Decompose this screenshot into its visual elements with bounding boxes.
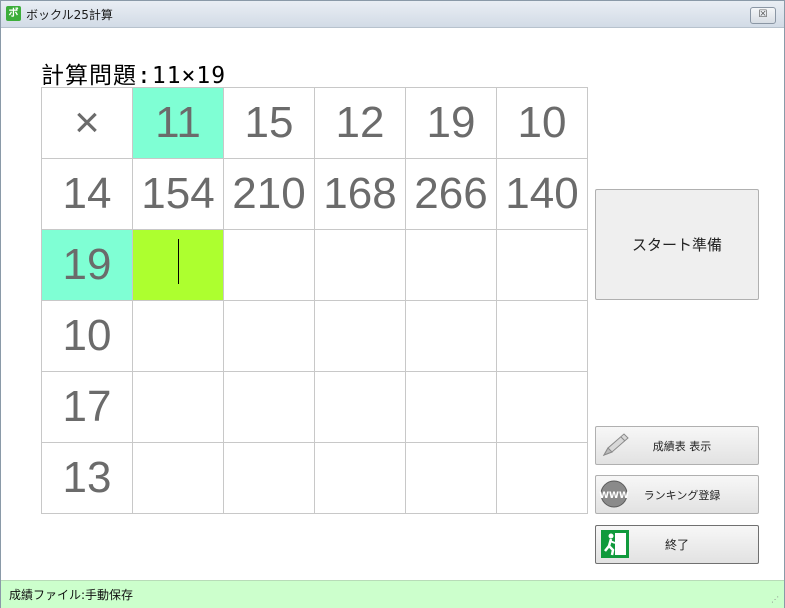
status-text: 成績ファイル:手動保存 (9, 588, 134, 602)
answer-cell[interactable] (406, 301, 497, 372)
answer-cell[interactable]: 140 (497, 159, 588, 230)
grid-row: 13 (42, 443, 588, 514)
title-bar[interactable]: ボ ボックル25計算 ☒ (1, 1, 784, 28)
calc-grid: × 11 15 12 19 10 14 154 210 168 266 140 … (41, 87, 588, 514)
show-scores-label: 成績表 表示 (652, 439, 712, 453)
start-prep-label: スタート準備 (631, 236, 722, 254)
answer-cell-active[interactable] (133, 230, 224, 301)
answer-cell[interactable] (224, 301, 315, 372)
answer-cell[interactable] (497, 372, 588, 443)
answer-cell[interactable]: 154 (133, 159, 224, 230)
answer-cell[interactable] (315, 230, 406, 301)
row-header: 17 (42, 372, 133, 443)
window-title: ボックル25計算 (26, 8, 113, 22)
exit-button[interactable]: 終了 (595, 525, 759, 564)
answer-cell[interactable] (497, 443, 588, 514)
answer-cell[interactable] (133, 372, 224, 443)
answer-cell[interactable]: 210 (224, 159, 315, 230)
answer-cell[interactable] (315, 372, 406, 443)
status-bar: 成績ファイル:手動保存 ⋰ (1, 580, 784, 608)
answer-cell[interactable] (133, 301, 224, 372)
grid-row: 19 (42, 230, 588, 301)
answer-cell[interactable] (497, 230, 588, 301)
ranking-register-button[interactable]: WWW ランキング登録 (595, 475, 759, 514)
answer-cell[interactable] (497, 301, 588, 372)
grid-row: 14 154 210 168 266 140 (42, 159, 588, 230)
answer-cell[interactable]: 168 (315, 159, 406, 230)
answer-cell[interactable] (224, 372, 315, 443)
grid-header-row: × 11 15 12 19 10 (42, 88, 588, 159)
answer-cell[interactable] (224, 230, 315, 301)
answer-cell[interactable]: 266 (406, 159, 497, 230)
start-prep-button[interactable]: スタート準備 (595, 189, 759, 300)
column-header: 10 (497, 88, 588, 159)
column-header: 19 (406, 88, 497, 159)
row-header: 10 (42, 301, 133, 372)
row-header: 13 (42, 443, 133, 514)
answer-cell[interactable] (315, 443, 406, 514)
answer-cell[interactable] (133, 443, 224, 514)
column-header: 12 (315, 88, 406, 159)
close-icon: ☒ (758, 9, 768, 20)
problem-label: 計算問題:11×19 (41, 63, 227, 89)
answer-cell[interactable] (406, 230, 497, 301)
grid-corner: × (42, 88, 133, 159)
row-header: 19 (42, 230, 133, 301)
answer-cell[interactable] (406, 372, 497, 443)
resize-grip-icon[interactable]: ⋰ (771, 595, 781, 605)
ranking-register-label: ランキング登録 (643, 488, 721, 502)
show-scores-button[interactable]: 成績表 表示 (595, 426, 759, 465)
grid-row: 10 (42, 301, 588, 372)
text-caret (178, 239, 179, 284)
row-header: 14 (42, 159, 133, 230)
column-header: 15 (224, 88, 315, 159)
column-header: 11 (133, 88, 224, 159)
app-window: ボ ボックル25計算 ☒ 計算問題:11×19 × 11 15 12 19 10… (0, 0, 785, 608)
close-button[interactable]: ☒ (750, 7, 776, 24)
answer-cell[interactable] (315, 301, 406, 372)
answer-cell[interactable] (406, 443, 497, 514)
grid-row: 17 (42, 372, 588, 443)
app-icon: ボ (6, 6, 21, 21)
answer-cell[interactable] (224, 443, 315, 514)
exit-label: 終了 (664, 538, 689, 552)
